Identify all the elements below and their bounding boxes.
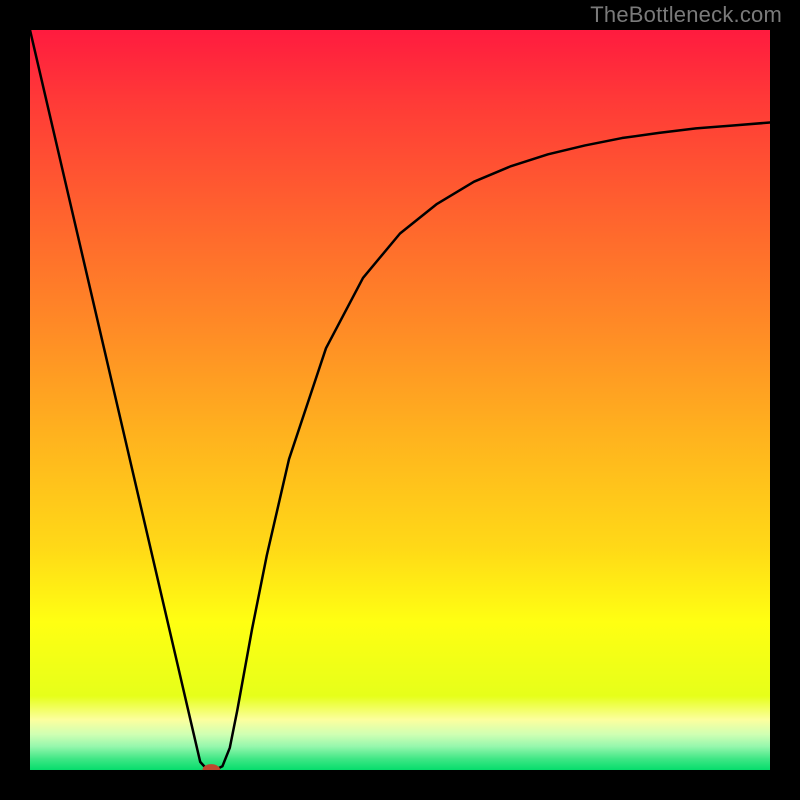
gradient-background xyxy=(30,30,770,770)
chart-svg xyxy=(30,30,770,770)
watermark-text: TheBottleneck.com xyxy=(590,2,782,28)
plot-area xyxy=(30,30,770,770)
chart-frame: TheBottleneck.com xyxy=(0,0,800,800)
